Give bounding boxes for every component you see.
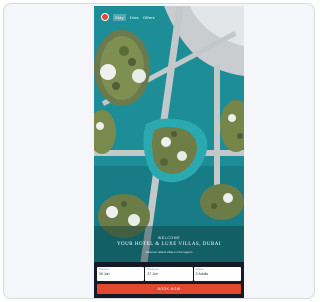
guests-field[interactable]: Guests 2 Adults: [193, 267, 241, 281]
nav-link-dine[interactable]: Dine: [130, 15, 139, 20]
checkout-field[interactable]: Check-out 27 Jun: [145, 267, 193, 281]
checkin-field[interactable]: Check-in 26 Jun: [97, 267, 145, 281]
preview-card: Stay Dine Offers WELCOME YOUR HOTEL & LU…: [3, 3, 315, 299]
top-navigation: Stay Dine Offers: [94, 6, 244, 28]
checkout-value: 27 Jun: [147, 272, 158, 276]
checkout-label: Check-out: [147, 268, 159, 271]
hero-text: WELCOME YOUR HOTEL & LUXE VILLAS, DUBAI …: [94, 236, 244, 254]
guests-label: Guests: [195, 268, 204, 271]
aerial-resort-image: [94, 6, 244, 298]
checkin-label: Check-in: [99, 268, 109, 271]
booking-widget: Check-in 26 Jun Check-out 27 Jun Guests …: [94, 262, 244, 298]
hero-eyebrow: WELCOME: [157, 236, 181, 240]
booking-fields: Check-in 26 Jun Check-out 27 Jun Guests …: [97, 267, 241, 281]
checkin-value: 26 Jun: [99, 272, 110, 276]
mobile-screen: Stay Dine Offers WELCOME YOUR HOTEL & LU…: [94, 6, 244, 298]
nav-link-offers[interactable]: Offers: [143, 15, 155, 20]
nav-link-stay[interactable]: Stay: [113, 13, 126, 21]
hero-subtext: Discover island villas on the lagoon: [145, 250, 193, 254]
hero-headline: YOUR HOTEL & LUXE VILLAS, DUBAI: [116, 242, 222, 247]
hotel-logo[interactable]: [101, 13, 109, 21]
guests-value: 2 Adults: [195, 272, 209, 276]
book-now-button[interactable]: BOOK NOW: [97, 284, 241, 294]
